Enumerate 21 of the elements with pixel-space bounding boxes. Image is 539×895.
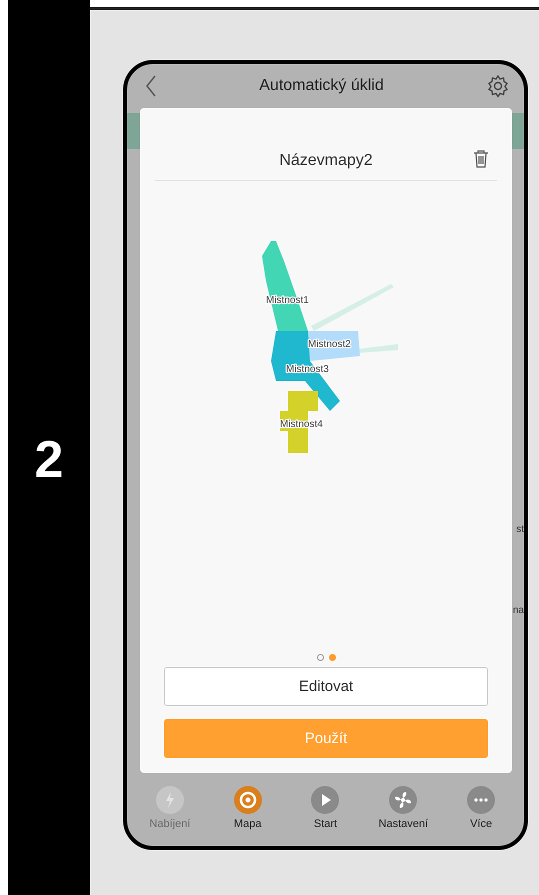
tab[interactable]: Mapa bbox=[212, 786, 283, 830]
partial-text: st bbox=[516, 524, 524, 535]
settings-icon[interactable] bbox=[486, 74, 510, 98]
lightning-icon bbox=[156, 786, 184, 814]
page-dot[interactable] bbox=[316, 654, 324, 661]
tab[interactable]: Nastavení bbox=[368, 786, 438, 830]
trash-icon[interactable] bbox=[473, 150, 489, 168]
tab[interactable]: Start bbox=[290, 786, 360, 830]
step-number: 2 bbox=[34, 430, 64, 490]
location-pin-icon bbox=[234, 786, 262, 814]
map-name: Názevmapy2 bbox=[279, 152, 373, 170]
play-icon bbox=[311, 786, 340, 814]
fan-icon bbox=[389, 786, 418, 814]
page-dot[interactable] bbox=[328, 654, 336, 661]
edit-button[interactable]: Editovat bbox=[164, 667, 488, 706]
tab[interactable]: Více bbox=[446, 786, 516, 830]
partial-text: na bbox=[512, 605, 524, 616]
room-label: Mistnost2 bbox=[308, 339, 351, 350]
back-icon[interactable] bbox=[145, 75, 157, 97]
screen-title: Automatický úklid bbox=[259, 77, 384, 95]
more-icon bbox=[467, 786, 496, 814]
